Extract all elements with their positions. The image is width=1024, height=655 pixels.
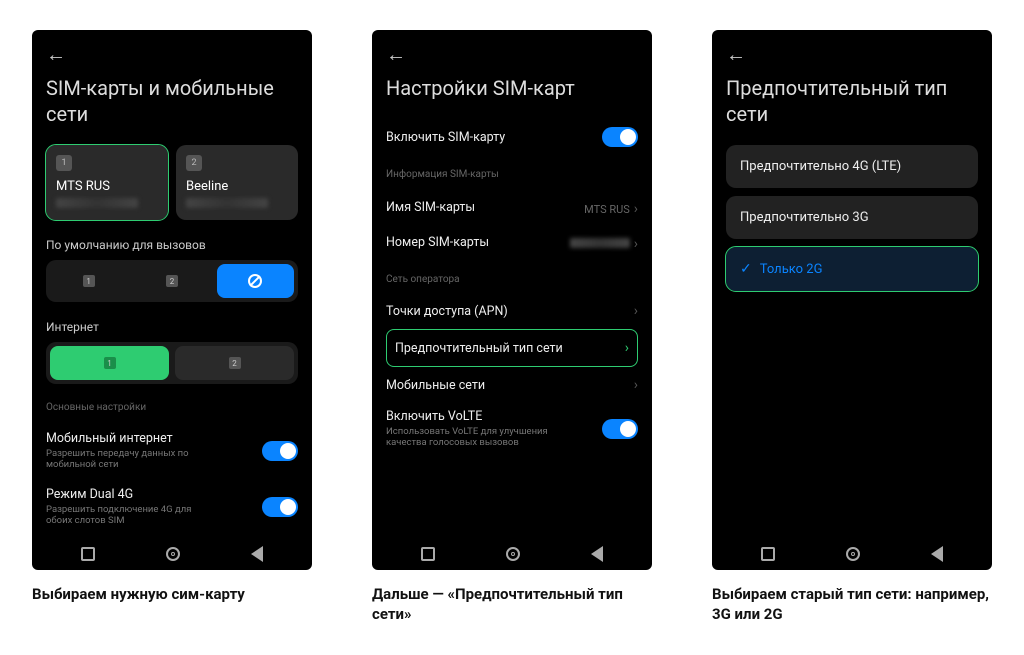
- operator-net-header: Сеть оператора: [386, 274, 638, 285]
- chevron-right-icon: ›: [634, 201, 638, 217]
- no-default-icon: [248, 274, 262, 288]
- mobile-data-title: Мобильный интернет: [46, 431, 216, 446]
- android-navbar: [46, 538, 298, 564]
- android-navbar: [726, 538, 978, 564]
- option-2g[interactable]: ✓ Только 2G: [726, 247, 978, 291]
- enable-sim-label: Включить SIM-карту: [386, 130, 505, 145]
- option-4g[interactable]: Предпочтительно 4G (LTE): [726, 145, 978, 188]
- volte-row[interactable]: Включить VoLTE Использовать VoLTE для ул…: [386, 401, 638, 457]
- internet-label: Интернет: [46, 320, 298, 334]
- back-icon[interactable]: ←: [46, 42, 70, 67]
- phone-screen-1: ← SIM-карты и мобильные сети 1 MTS RUS 2…: [32, 30, 312, 570]
- chevron-right-icon: ›: [634, 236, 638, 252]
- calls-seg-2[interactable]: 2: [133, 264, 210, 298]
- step-3: ← Предпочтительный тип сети Предпочтител…: [712, 30, 992, 625]
- recents-icon[interactable]: [421, 547, 435, 561]
- internet-segment: 1 2: [46, 342, 298, 384]
- calls-segment: 1 2: [46, 260, 298, 302]
- calls-seg-ask[interactable]: [217, 264, 294, 298]
- dual-4g-row[interactable]: Режим Dual 4G Разрешить подключение 4G д…: [46, 479, 298, 535]
- home-icon[interactable]: [166, 547, 180, 561]
- phone-screen-2: ← Настройки SIM-карт Включить SIM-карту …: [372, 30, 652, 570]
- back-icon[interactable]: ←: [386, 42, 410, 67]
- preferred-network-row[interactable]: Предпочтительный тип сети ›: [386, 329, 638, 367]
- dual-4g-desc: Разрешить подключение 4G для обоих слото…: [46, 504, 216, 527]
- mobile-networks-label: Мобильные сети: [386, 378, 485, 393]
- page-title: Предпочтительный тип сети: [726, 75, 978, 127]
- home-icon[interactable]: [506, 547, 520, 561]
- phone-screen-3: ← Предпочтительный тип сети Предпочтител…: [712, 30, 992, 570]
- apn-label: Точки доступа (APN): [386, 304, 508, 319]
- sim-card-row: 1 MTS RUS 2 Beeline: [46, 145, 298, 220]
- mobile-networks-row[interactable]: Мобильные сети ›: [386, 369, 638, 401]
- chevron-right-icon: ›: [625, 340, 629, 356]
- preferred-network-label: Предпочтительный тип сети: [395, 341, 563, 356]
- sim2-icon: 2: [166, 275, 178, 287]
- sim-card-2[interactable]: 2 Beeline: [176, 145, 298, 220]
- sim-name-2: Beeline: [186, 179, 288, 194]
- sim-card-1[interactable]: 1 MTS RUS: [46, 145, 168, 220]
- sim-number-blur: [570, 238, 630, 248]
- caption-2: Дальше — «Предпочтительный тип сети»: [372, 584, 652, 625]
- caption-1: Выбираем нужную сим-карту: [32, 584, 312, 604]
- step-1: ← SIM-карты и мобильные сети 1 MTS RUS 2…: [32, 30, 312, 625]
- mobile-data-desc: Разрешить передачу данных по мобильной с…: [46, 448, 216, 471]
- recents-icon[interactable]: [81, 547, 95, 561]
- back-icon[interactable]: ←: [726, 42, 750, 67]
- dual-4g-toggle[interactable]: [262, 497, 298, 517]
- sim2-icon: 2: [229, 357, 241, 369]
- volte-toggle[interactable]: [602, 419, 638, 439]
- calls-default-label: По умолчанию для вызовов: [46, 238, 298, 252]
- main-settings-header: Основные настройки: [46, 402, 298, 413]
- sim-number-blur-2: [186, 198, 268, 208]
- calls-seg-1[interactable]: 1: [50, 264, 127, 298]
- home-icon[interactable]: [846, 547, 860, 561]
- sim-name-value: MTS RUS: [584, 203, 630, 216]
- option-3g[interactable]: Предпочтительно 3G: [726, 196, 978, 239]
- dual-4g-title: Режим Dual 4G: [46, 487, 216, 502]
- mobile-data-toggle[interactable]: [262, 441, 298, 461]
- internet-seg-1[interactable]: 1: [50, 346, 169, 380]
- sim1-icon: 1: [104, 357, 116, 369]
- chevron-right-icon: ›: [634, 377, 638, 393]
- sim-info-header: Информация SIM-карты: [386, 169, 638, 180]
- caption-3: Выбираем старый тип сети: например, 3G и…: [712, 584, 992, 625]
- back-nav-icon[interactable]: [591, 546, 603, 562]
- page-title: SIM-карты и мобильные сети: [46, 75, 298, 127]
- enable-sim-row[interactable]: Включить SIM-карту: [386, 119, 638, 155]
- option-3g-label: Предпочтительно 3G: [740, 210, 869, 225]
- sim-number-blur-1: [56, 198, 138, 208]
- volte-title: Включить VoLTE: [386, 409, 556, 424]
- option-4g-label: Предпочтительно 4G (LTE): [740, 159, 901, 174]
- page-title: Настройки SIM-карт: [386, 75, 638, 101]
- sim1-icon: 1: [83, 275, 95, 287]
- chevron-right-icon: ›: [634, 303, 638, 319]
- sim-name-1: MTS RUS: [56, 179, 158, 194]
- back-nav-icon[interactable]: [931, 546, 943, 562]
- option-2g-label: Только 2G: [760, 262, 823, 277]
- check-icon: ✓: [740, 261, 752, 277]
- sim-number-label: Номер SIM-карты: [386, 235, 489, 250]
- apn-row[interactable]: Точки доступа (APN) ›: [386, 295, 638, 327]
- mobile-data-row[interactable]: Мобильный интернет Разрешить передачу да…: [46, 423, 298, 479]
- sim-number-row[interactable]: Номер SIM-карты ›: [386, 225, 638, 260]
- back-nav-icon[interactable]: [251, 546, 263, 562]
- android-navbar: [386, 538, 638, 564]
- volte-desc: Использовать VoLTE для улучшения качеств…: [386, 426, 556, 449]
- internet-seg-2[interactable]: 2: [175, 346, 294, 380]
- sim-name-row[interactable]: Имя SIM-карты MTS RUS ›: [386, 190, 638, 225]
- sim-badge-1: 1: [56, 155, 72, 171]
- sim-name-label: Имя SIM-карты: [386, 200, 475, 215]
- step-2: ← Настройки SIM-карт Включить SIM-карту …: [372, 30, 652, 625]
- enable-sim-toggle[interactable]: [602, 127, 638, 147]
- sim-badge-2: 2: [186, 155, 202, 171]
- recents-icon[interactable]: [761, 547, 775, 561]
